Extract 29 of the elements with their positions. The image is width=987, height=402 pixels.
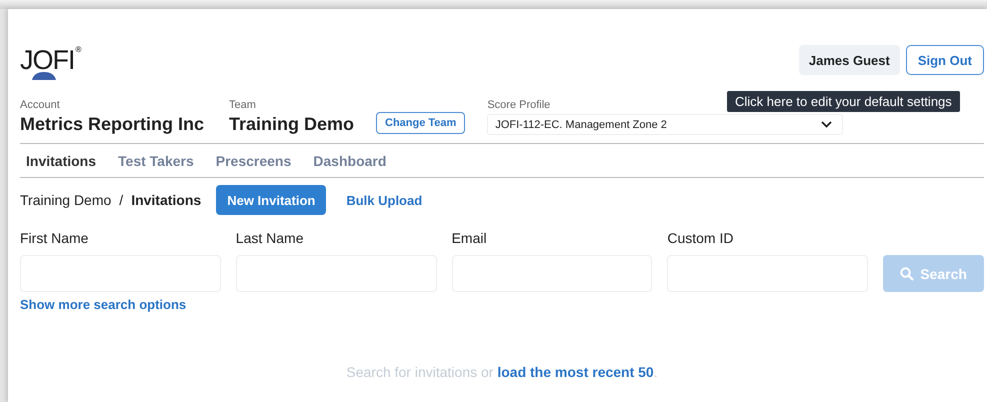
field-label: Custom ID [667,230,734,246]
change-team-button[interactable]: Change Team [376,112,466,134]
user-button[interactable]: James Guest [798,45,900,75]
load-recent-link[interactable]: load the most recent 50 [497,364,654,380]
tooltip: Click here to edit your default settings [727,91,960,112]
breadcrumb-current: Invitations [131,192,202,208]
field-label: Email [452,230,488,246]
field-label: First Name [20,230,90,246]
more-options-link[interactable]: Show more search options [20,297,186,312]
score-profile-label: Score Profile [487,99,550,111]
bulk-upload-button[interactable]: Bulk Upload [340,192,428,208]
logo: JOFI$^{®}$ [20,45,82,79]
breadcrumb-link[interactable]: Training Demo [20,192,112,208]
search-icon [900,266,914,280]
account-name: Metrics Reporting Inc [20,114,206,135]
nav-tab[interactable]: Prescreens [210,152,298,168]
new-invitation-button[interactable]: New Invitation [216,185,326,215]
nav-tab[interactable]: Invitations [20,152,102,168]
breadcrumb-separator: / [119,192,124,208]
field-label: Last Name [236,230,304,246]
score-profile-select[interactable]: JOFI-112-EC. Management Zone 2 [487,114,844,135]
team-label: Team [229,99,257,111]
nav-tab[interactable]: Dashboard [307,152,392,168]
nav-tab[interactable]: Test Takers [112,152,200,168]
team-name: Training Demo [229,114,354,135]
sign-out-button[interactable]: Sign Out [906,45,984,75]
empty-message: Search for invitations or load the most recent 50. [345,364,659,380]
account-label: Account [20,99,61,111]
chevron-down-icon [821,121,832,128]
